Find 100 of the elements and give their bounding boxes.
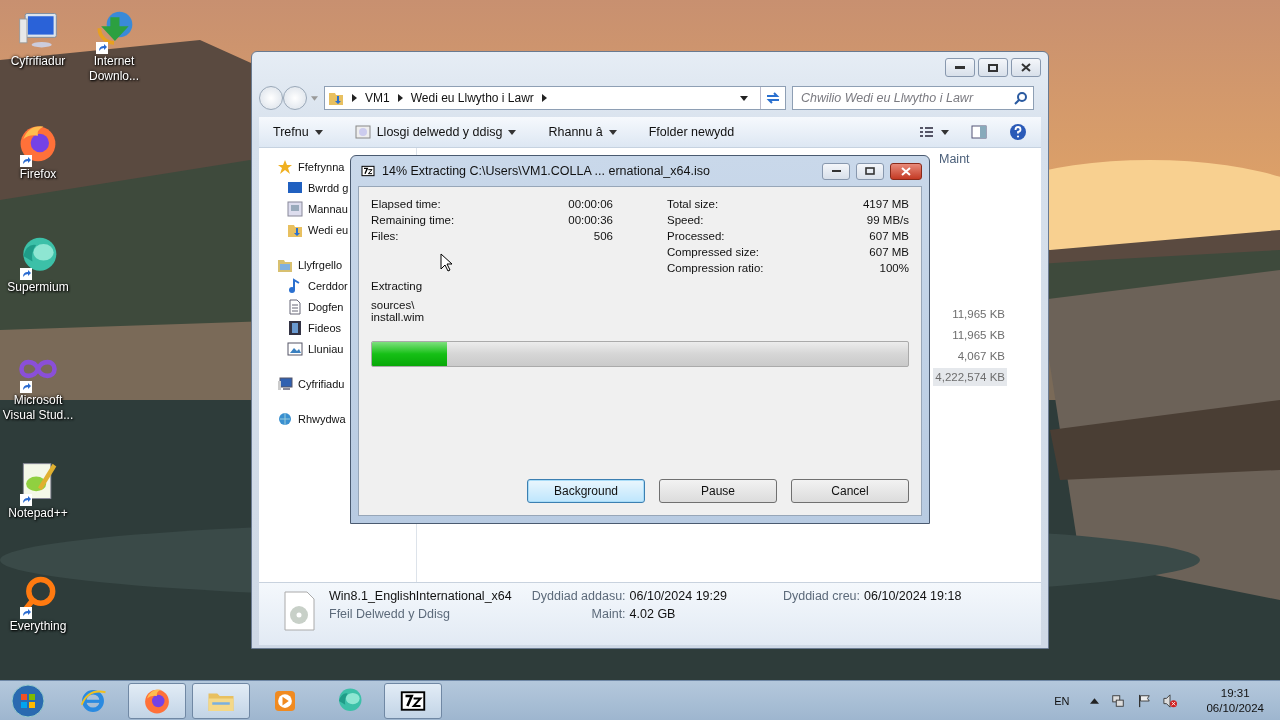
- stat-label: Files:: [371, 230, 400, 242]
- flag-icon[interactable]: [1137, 693, 1152, 708]
- film-icon: [287, 319, 303, 336]
- stat-label: Processed:: [667, 230, 726, 242]
- clock[interactable]: 19:31 06/10/2024: [1200, 685, 1270, 716]
- desktop-shortcut[interactable]: Everything: [0, 571, 76, 684]
- places-icon: [287, 200, 303, 217]
- refresh-icon: [765, 91, 781, 105]
- nav-item[interactable]: Rhwydwa: [277, 408, 346, 429]
- toolbar-button[interactable]: Rhannu â: [542, 121, 623, 143]
- up-arrow-icon[interactable]: [1090, 697, 1100, 704]
- dialog-button[interactable]: Pause: [659, 479, 777, 503]
- stat-value: 4197 MB: [861, 198, 909, 210]
- search-field[interactable]: Chwilio Wedi eu Llwytho i Lawr: [792, 86, 1034, 110]
- desktop-shortcut[interactable]: Notepad++: [0, 458, 76, 571]
- caret-icon: [314, 129, 323, 135]
- breadcrumb[interactable]: Wedi eu Llwytho i Lawr: [410, 91, 534, 105]
- minimize-icon: [955, 65, 965, 70]
- computer-icon: [277, 375, 293, 392]
- toolbar-button[interactable]: Llosgi delwedd y ddisg: [348, 120, 523, 144]
- property-label: Maint:: [590, 607, 626, 621]
- stat-label: Speed:: [667, 214, 705, 226]
- picture-icon: [287, 340, 303, 357]
- maximize-icon: [988, 63, 998, 72]
- nav-item[interactable]: Mannau: [287, 198, 348, 219]
- star-icon: [277, 158, 293, 175]
- nav-item[interactable]: Wedi eu: [287, 219, 349, 240]
- minimize-button[interactable]: [822, 162, 850, 180]
- stat-value: 99 MB/s: [865, 214, 909, 226]
- nav-item[interactable]: Cerddor: [287, 275, 348, 296]
- archive-icon: [360, 163, 376, 179]
- nav-item[interactable]: Cyfrifiadu: [277, 373, 345, 394]
- pane-icon: [971, 125, 987, 139]
- property-value: 4.02 GB: [629, 607, 677, 621]
- stat-value: 607 MB: [868, 246, 909, 258]
- size-cell[interactable]: 4,222,574 KB: [933, 367, 1007, 386]
- file-path: install.wim: [371, 311, 426, 323]
- desktop-shortcut[interactable]: Internet Downlo...: [76, 6, 152, 119]
- desktop-shortcut[interactable]: Cyfrifiadur: [0, 6, 76, 119]
- network-icon[interactable]: [1111, 693, 1126, 708]
- minimize-icon: [831, 169, 841, 173]
- file-type: Ffeil Delwedd y Ddisg: [329, 607, 451, 621]
- caret-icon: [311, 95, 318, 101]
- dialog-button[interactable]: Cancel: [791, 479, 909, 503]
- file-name: Win8.1_EnglishInternational_x64: [329, 589, 512, 603]
- breadcrumb[interactable]: VM1: [365, 91, 390, 105]
- chevron-icon: [541, 94, 547, 102]
- stat-label: Remaining time:: [371, 214, 455, 226]
- close-button[interactable]: [1011, 58, 1041, 77]
- maximize-icon: [865, 167, 875, 175]
- search-icon: [1014, 91, 1028, 105]
- speaker-muted-icon[interactable]: [1163, 693, 1178, 708]
- nav-item[interactable]: Dogfen: [287, 296, 344, 317]
- file-path: sources\: [371, 299, 416, 311]
- desktop-shortcut[interactable]: Microsoft Visual Stud...: [0, 345, 76, 458]
- document-icon: [287, 298, 303, 315]
- dialog-button[interactable]: Background: [527, 479, 645, 503]
- stat-label: Compressed size:: [667, 246, 761, 258]
- minimize-button[interactable]: [945, 58, 975, 77]
- maximize-button[interactable]: [856, 162, 884, 180]
- toolbar-button[interactable]: Trefnu: [267, 121, 329, 143]
- nav-item[interactable]: Fideos: [287, 317, 342, 338]
- property-value: 06/10/2024 19:29: [629, 589, 727, 603]
- column-header[interactable]: Maint: [939, 152, 1031, 166]
- nav-item[interactable]: Bwrdd g: [287, 177, 349, 198]
- stat-label: Elapsed time:: [371, 198, 442, 210]
- stat-value: 506: [592, 230, 613, 242]
- desktop-shortcut[interactable]: Supermium: [0, 232, 76, 345]
- stat-value: 00:00:36: [567, 214, 613, 226]
- language-indicator[interactable]: EN: [1054, 694, 1070, 707]
- chevron-icon: [352, 94, 357, 102]
- close-icon: [901, 166, 911, 176]
- caret-icon: [508, 129, 517, 135]
- nav-item[interactable]: Lluniau: [287, 338, 344, 359]
- stat-value: 100%: [878, 262, 909, 274]
- maximize-button[interactable]: [978, 58, 1008, 77]
- monitor-icon: [287, 179, 303, 196]
- nav-item[interactable]: Llyfrgello: [277, 254, 343, 275]
- size-cell[interactable]: 4,067 KB: [955, 346, 1007, 365]
- size-cell[interactable]: 11,965 KB: [950, 325, 1007, 344]
- disc-image-icon: [354, 124, 371, 140]
- cursor-icon: [440, 253, 452, 272]
- stat-label: Total size:: [667, 198, 720, 210]
- dialog-title: 14% Extracting C:\Users\VM1.COLLA ... ernational_x64.iso: [382, 164, 710, 178]
- list-view-icon: [919, 126, 949, 138]
- size-cell[interactable]: 11,965 KB: [950, 304, 1007, 323]
- caret-icon: [608, 129, 617, 135]
- close-button[interactable]: [890, 162, 922, 180]
- nav-item[interactable]: Ffefrynna: [277, 156, 345, 177]
- toolbar-button[interactable]: Ffolder newydd: [642, 121, 741, 143]
- dropdown-caret-icon: [740, 95, 748, 101]
- desktop-shortcut[interactable]: Firefox: [0, 119, 76, 232]
- stat-label: Compression ratio:: [667, 262, 764, 274]
- network-icon: [277, 410, 293, 427]
- property-label: Dyddiad creu:: [782, 589, 861, 603]
- status-text: Extracting: [371, 280, 424, 292]
- address-bar[interactable]: VM1 Wedi eu Llwytho i Lawr: [324, 86, 786, 110]
- taskbar-button[interactable]: [384, 682, 442, 719]
- chevron-icon: [397, 94, 403, 102]
- property-value: 06/10/2024 19:18: [864, 589, 962, 603]
